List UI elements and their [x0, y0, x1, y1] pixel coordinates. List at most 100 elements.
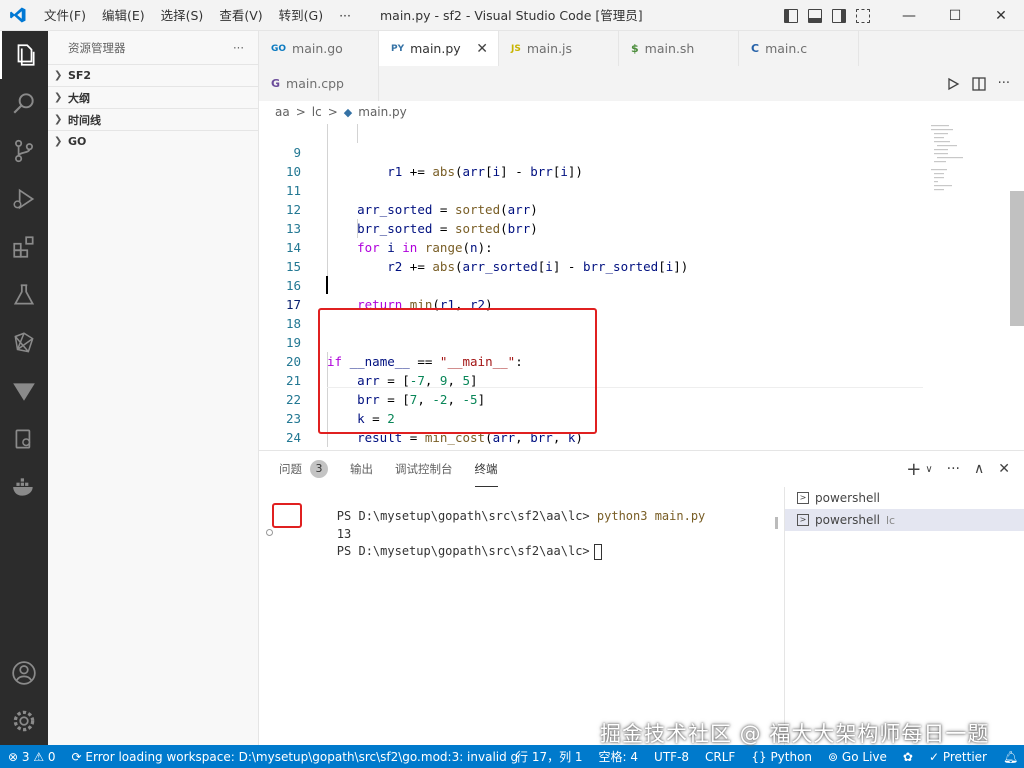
section-sf2[interactable]: ❯ SF2 — [48, 64, 258, 86]
terminal-item-powershell[interactable]: > powershell — [785, 487, 1024, 509]
prompt-decoration-icon — [266, 529, 273, 536]
terminal-icon: > — [797, 514, 809, 526]
eol-status[interactable]: CRLF — [697, 750, 743, 764]
tab-main-c[interactable]: C main.c — [739, 31, 859, 66]
run-file-icon[interactable] — [946, 77, 960, 91]
more-actions-icon[interactable]: ··· — [998, 76, 1010, 91]
window-title: main.py - sf2 - Visual Studio Code [管理员] — [380, 7, 643, 23]
menu-bar: 文件(F) 编辑(E) 选择(S) 查看(V) 转到(G) ··· — [36, 0, 359, 31]
menu-go[interactable]: 转到(G) — [271, 0, 331, 31]
tab-main-js[interactable]: JS main.js — [499, 31, 619, 66]
golive-label: Go Live — [841, 749, 887, 764]
settings-sync-icon[interactable]: ✿ — [895, 750, 921, 764]
menu-edit[interactable]: 编辑(E) — [94, 0, 153, 31]
tab-label: main.c — [765, 41, 808, 56]
tab-main-py[interactable]: PY main.py ✕ — [379, 31, 499, 66]
chevron-right-icon: ❯ — [54, 114, 63, 125]
search-icon[interactable] — [0, 79, 48, 127]
close-tab-icon[interactable]: ✕ — [476, 41, 488, 57]
extensions-icon[interactable] — [0, 223, 48, 271]
explorer-sidebar: 资源管理器 ··· ❯ SF2 ❯ 大纲 ❯ 时间线 ❯ GO — [48, 31, 259, 745]
terminal-scrollbar[interactable] — [775, 517, 778, 529]
menu-more[interactable]: ··· — [331, 0, 359, 31]
problems-status[interactable]: ⊗ 3 ⚠ 0 — [0, 750, 64, 764]
terminal-cursor — [593, 543, 602, 560]
testing-flask-icon[interactable] — [0, 271, 48, 319]
run-debug-icon[interactable] — [0, 175, 48, 223]
explorer-icon[interactable] — [0, 31, 48, 79]
code-line: 14 r2 += abs(arr_sorted[i] - brr_sorted[… — [259, 219, 929, 274]
chevron-right-icon: ❯ — [54, 92, 63, 103]
toggle-secondary-sidebar-icon[interactable] — [832, 8, 846, 23]
menu-file[interactable]: 文件(F) — [36, 0, 94, 31]
code-line: 10 — [259, 143, 929, 179]
bottom-panel: 问题 3 输出 调试控制台 终端 + ∨ ··· ∧ ✕ PS D:\myset… — [259, 450, 1024, 746]
toggle-sidebar-icon[interactable] — [784, 8, 798, 23]
breadcrumb-aa[interactable]: aa — [275, 105, 290, 119]
tab-problems[interactable]: 问题 3 — [279, 451, 328, 487]
breadcrumb-separator: > — [295, 105, 306, 119]
section-timeline[interactable]: ❯ 时间线 — [48, 108, 258, 130]
editor-tabs: GO main.go PY main.py ✕ JS main.js $ mai… — [259, 31, 1024, 101]
editor-scrollbar[interactable] — [1010, 191, 1024, 326]
sidebar-more-button[interactable]: ··· — [233, 41, 244, 55]
close-window-button[interactable]: ✕ — [978, 0, 1024, 31]
source-control-icon[interactable] — [0, 127, 48, 175]
js-file-icon: JS — [511, 43, 521, 54]
maximize-button[interactable]: ☐ — [932, 0, 978, 31]
code-line: 11 arr_sorted = sorted(arr) — [259, 162, 929, 217]
code-line: 16 return min(r1, r2) — [259, 257, 929, 312]
tab-label: main.js — [526, 41, 573, 56]
problems-count-badge: 3 — [310, 460, 328, 478]
language-status[interactable]: {} Python — [743, 750, 820, 764]
maximize-panel-icon[interactable]: ∧ — [974, 461, 984, 477]
panel-more-button[interactable]: ··· — [947, 461, 960, 477]
notifications-bell-icon[interactable]: 🔔︎ — [995, 750, 1024, 764]
cursor-position-status[interactable]: 行 17，列 1 — [508, 748, 591, 765]
status-bar: ⊗ 3 ⚠ 0 ⟳ Error loading workspace: D:\my… — [0, 745, 1024, 768]
editor-actions: ··· — [946, 66, 1024, 101]
code-line: 13 for i in range(n): — [259, 200, 929, 255]
minimize-button[interactable]: — — [886, 0, 932, 31]
menu-view[interactable]: 查看(V) — [211, 0, 270, 31]
terminal-dropdown-icon[interactable]: ∨ — [925, 464, 932, 475]
indentation-status[interactable]: 空格: 4 — [591, 748, 647, 765]
python-file-icon: ◆ — [343, 105, 353, 119]
minimap[interactable] — [929, 123, 1009, 243]
chevron-right-icon: ❯ — [54, 70, 63, 81]
encoding-status[interactable]: UTF-8 — [646, 750, 697, 764]
tab-terminal[interactable]: 终端 — [474, 451, 498, 487]
close-panel-button[interactable]: ✕ — [998, 461, 1010, 477]
code-highlight-box — [318, 308, 597, 434]
tab-label: main.sh — [644, 41, 695, 56]
golive-status[interactable]: ⊚ Go Live — [820, 750, 895, 764]
split-editor-icon[interactable] — [971, 76, 986, 91]
text-cursor — [326, 276, 328, 294]
section-outline[interactable]: ❯ 大纲 — [48, 86, 258, 108]
tab-debug-console[interactable]: 调试控制台 — [395, 451, 453, 487]
terminal-line: PS D:\mysetup\gopath\src\sf2\aa\lc> pyth… — [279, 489, 705, 523]
vue-icon[interactable] — [0, 367, 48, 415]
docker-extension-icon[interactable] — [0, 415, 48, 463]
breadcrumb-lc[interactable]: lc — [312, 105, 322, 119]
prettier-status[interactable]: ✓ Prettier — [921, 750, 995, 764]
account-icon[interactable] — [0, 649, 48, 697]
terminal[interactable]: PS D:\mysetup\gopath\src\sf2\aa\lc> pyth… — [259, 487, 779, 746]
tab-main-sh[interactable]: $ main.sh — [619, 31, 739, 66]
docker-whale-icon[interactable] — [0, 463, 48, 511]
tab-main-go[interactable]: GO main.go — [259, 31, 379, 66]
language-label: Python — [770, 749, 813, 764]
tab-output[interactable]: 输出 — [350, 451, 373, 487]
title-bar: 文件(F) 编辑(E) 选择(S) 查看(V) 转到(G) ··· main.p… — [0, 0, 1024, 31]
customize-layout-icon[interactable] — [856, 8, 870, 23]
section-go[interactable]: ❯ GO — [48, 130, 258, 152]
settings-gear-icon[interactable] — [0, 697, 48, 745]
new-terminal-button[interactable]: + — [906, 459, 921, 480]
remote-explorer-icon[interactable] — [0, 319, 48, 367]
toggle-panel-icon[interactable] — [808, 8, 822, 23]
terminal-item-powershell-lc[interactable]: > powershell lc — [785, 509, 1024, 531]
menu-selection[interactable]: 选择(S) — [153, 0, 212, 31]
tab-main-cpp[interactable]: G main.cpp — [259, 66, 379, 101]
workspace-error-status[interactable]: ⟳ Error loading workspace: D:\mysetup\go… — [64, 750, 527, 764]
breadcrumb-file[interactable]: main.py — [358, 105, 407, 119]
